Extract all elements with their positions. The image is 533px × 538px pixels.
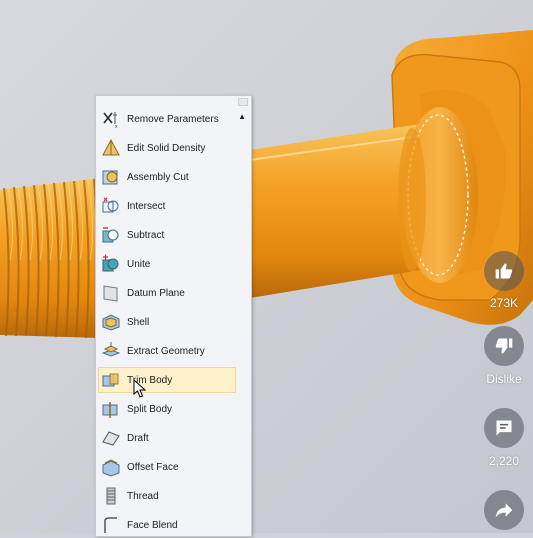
menu-item-extract-geometry[interactable]: Extract Geometry	[98, 338, 234, 364]
intersect-icon	[102, 197, 119, 213]
thumbs-up-icon	[495, 263, 513, 279]
menu-item-label: Draft	[127, 432, 149, 444]
menu-item-label: Assembly Cut	[127, 171, 189, 183]
menu-item-intersect[interactable]: Intersect	[98, 193, 234, 219]
share-button[interactable]	[484, 490, 524, 530]
menu-item-label: Intersect	[127, 200, 166, 212]
menu-item-assembly-cut[interactable]: Assembly Cut	[98, 164, 234, 190]
density-icon	[102, 138, 120, 156]
thumbs-down-icon	[495, 338, 513, 354]
menu-item-thread[interactable]: Thread	[98, 483, 234, 509]
menu-item-label: Remove Parameters	[127, 113, 219, 125]
menu-item-label: Unite	[127, 258, 151, 270]
menu-item-datum-plane[interactable]: Datum Plane	[98, 280, 234, 306]
comment-icon	[496, 420, 512, 436]
smooth-shaft	[249, 124, 421, 298]
menu-item-offset-face[interactable]: Offset Face	[98, 454, 234, 480]
menu-item-edit-solid-density[interactable]: Edit Solid Density	[98, 135, 234, 161]
assembly-cut-icon	[102, 170, 118, 185]
menu-item-subtract[interactable]: Subtract	[98, 222, 234, 248]
menu-item-face-blend[interactable]: Face Blend	[98, 512, 234, 538]
subtract-icon	[102, 227, 119, 243]
face-blend-icon	[104, 517, 117, 533]
extract-geometry-icon	[101, 342, 121, 357]
menu-item-label: Subtract	[127, 229, 165, 241]
dislike-label: Dislike	[486, 372, 522, 386]
svg-text:x: x	[115, 124, 118, 129]
comments-button[interactable]	[484, 408, 524, 448]
dislike-button[interactable]	[484, 326, 524, 366]
remove-parameters-icon: x	[103, 112, 118, 129]
mouse-cursor-icon	[133, 379, 147, 398]
shaft-collar	[398, 107, 478, 283]
menu-item-unite[interactable]: Unite	[98, 251, 234, 277]
cad-viewport[interactable]	[0, 0, 533, 533]
menu-item-label: Datum Plane	[127, 287, 185, 299]
share-arrow-icon	[495, 503, 513, 518]
datum-plane-icon	[103, 285, 118, 302]
menu-item-shell[interactable]: Shell	[98, 309, 234, 335]
like-button[interactable]	[484, 251, 524, 291]
feature-dropdown-menu: ▲ x Remove Parameters Edit Solid Density…	[95, 95, 252, 537]
menu-item-label: Split Body	[127, 403, 173, 415]
menu-item-draft[interactable]: Draft	[98, 425, 234, 451]
menu-resize-grip[interactable]	[238, 98, 248, 106]
offset-face-icon	[102, 459, 120, 477]
menu-item-label: Edit Solid Density	[127, 142, 206, 154]
split-body-icon	[102, 402, 118, 418]
menu-item-split-body[interactable]: Split Body	[98, 396, 234, 422]
draft-icon	[102, 431, 120, 446]
unite-icon	[102, 254, 119, 272]
trim-body-icon	[102, 373, 119, 387]
thread-icon	[106, 487, 116, 505]
shell-icon	[102, 314, 120, 331]
menu-item-label: Thread	[127, 490, 159, 502]
menu-item-trim-body[interactable]: Trim Body	[98, 367, 236, 393]
threaded-shaft	[0, 178, 100, 339]
menu-item-label: Extract Geometry	[127, 345, 205, 357]
menu-item-label: Face Blend	[127, 519, 178, 531]
scroll-up-arrow-icon[interactable]: ▲	[238, 112, 246, 121]
comment-count: 2,220	[488, 454, 520, 468]
menu-item-label: Offset Face	[127, 461, 179, 473]
like-count: 273K	[489, 296, 519, 310]
menu-item-label: Shell	[127, 316, 150, 328]
menu-item-remove-parameters[interactable]: x Remove Parameters	[98, 106, 234, 132]
